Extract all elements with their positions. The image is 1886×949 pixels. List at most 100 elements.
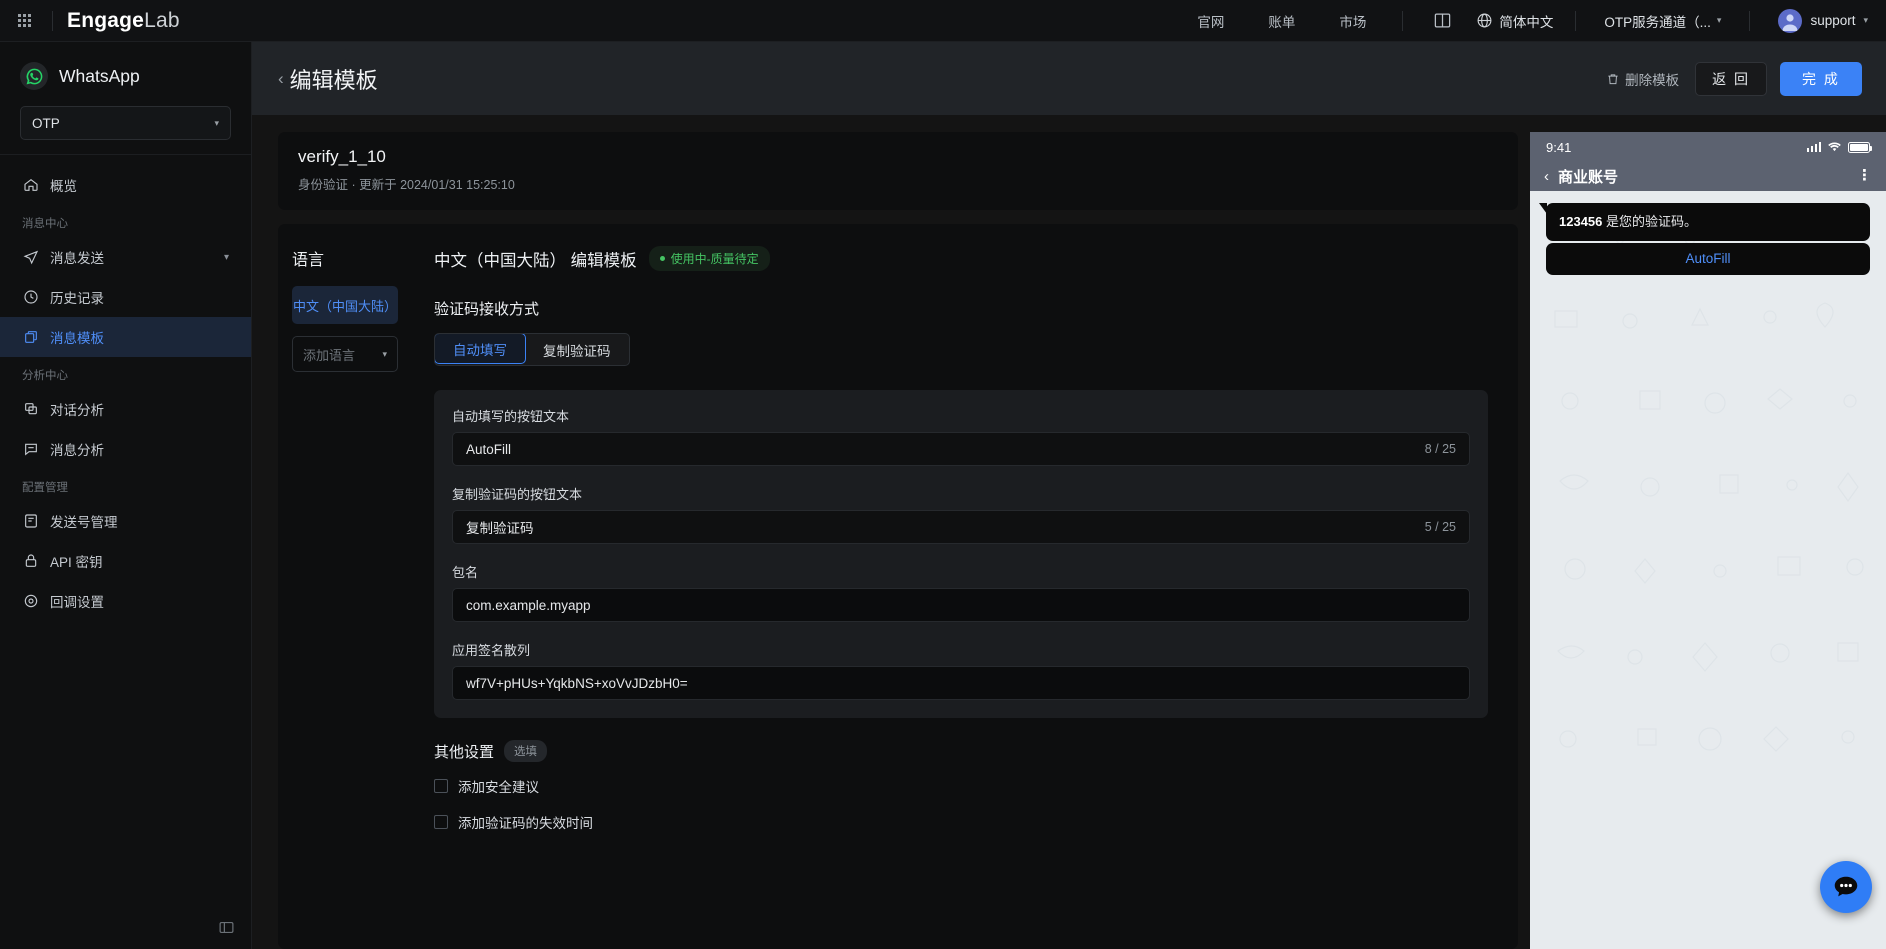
copy-code-button-text-counter: 5 / 25 bbox=[1424, 520, 1456, 534]
language-switcher[interactable]: 简体中文 bbox=[1476, 11, 1553, 31]
sidebar-item-label: API 密钥 bbox=[50, 555, 103, 570]
sidebar-item-label: 消息发送 bbox=[50, 251, 104, 266]
sidebar-collapse-icon[interactable] bbox=[218, 919, 235, 941]
nav-market[interactable]: 市场 bbox=[1339, 11, 1366, 31]
sidebar-item-send[interactable]: 消息发送 ▾ bbox=[0, 237, 251, 277]
sidebar-group-config: 配置管理 bbox=[22, 482, 68, 494]
autofill-button-text-input[interactable]: AutoFill 8 / 25 bbox=[452, 432, 1470, 466]
status-badge: 使用中-质量待定 bbox=[648, 246, 770, 271]
user-name: support bbox=[1810, 13, 1856, 28]
sidebar-app: WhatsApp bbox=[20, 62, 231, 90]
page-header: ‹ 编辑模板 删除模板 返 回 完 成 bbox=[252, 42, 1886, 115]
sidebar-item-history[interactable]: 历史记录 bbox=[0, 277, 251, 317]
language-item-zh-cn[interactable]: 中文（中国大陆） bbox=[292, 286, 398, 324]
message-text: 是您的验证码。 bbox=[1602, 214, 1698, 229]
app-signature-hash-value: wf7V+pHUs+YqkbNS+xoVvJDzbH0= bbox=[466, 675, 688, 691]
checkbox-icon[interactable] bbox=[434, 815, 448, 829]
checkbox-security-advice-label: 添加安全建议 bbox=[458, 780, 539, 795]
divider bbox=[1749, 10, 1751, 31]
back-chevron-icon[interactable]: ‹ bbox=[1544, 168, 1549, 185]
chevron-down-icon: ▾ bbox=[223, 251, 229, 263]
chat-wallpaper-pattern bbox=[1550, 213, 1864, 752]
delete-template-label: 删除模板 bbox=[1625, 72, 1680, 88]
message-action-button[interactable]: AutoFill bbox=[1546, 242, 1870, 275]
copy-code-button-text-input[interactable]: 复制验证码 5 / 25 bbox=[452, 510, 1470, 544]
add-language-placeholder: 添加语言 bbox=[303, 347, 356, 363]
sidebar-item-callback[interactable]: 回调设置 bbox=[0, 581, 251, 621]
package-name-label: 包名 bbox=[452, 565, 479, 580]
sidebar-item-conversation-analytics[interactable]: 对话分析 bbox=[0, 389, 251, 429]
nav-official-site[interactable]: 官网 bbox=[1197, 11, 1224, 31]
chevron-down-icon: ▾ bbox=[1716, 15, 1722, 25]
sidebar-item-label: 概览 bbox=[50, 179, 77, 194]
page-title: 编辑模板 bbox=[289, 67, 378, 93]
channel-label: OTP服务通道（... bbox=[1604, 14, 1711, 30]
form-heading-row: 中文（中国大陆） 编辑模板 使用中-质量待定 bbox=[434, 246, 1488, 271]
optional-badge: 选填 bbox=[504, 740, 548, 762]
other-settings-header: 其他设置 选填 bbox=[434, 740, 1488, 762]
sidebar-item-message-analytics[interactable]: 消息分析 bbox=[0, 429, 251, 469]
sidebar-item-label: 对话分析 bbox=[50, 403, 104, 418]
phone-chat-header: ‹ 商业账号 ⋮ bbox=[1530, 162, 1886, 191]
tab-copy-code[interactable]: 复制验证码 bbox=[525, 334, 629, 365]
app-signature-hash-input[interactable]: wf7V+pHUs+YqkbNS+xoVvJDzbH0= bbox=[452, 666, 1470, 700]
battery-icon bbox=[1848, 141, 1872, 153]
template-icon bbox=[22, 329, 39, 345]
more-options-icon[interactable]: ⋮ bbox=[1857, 169, 1872, 183]
divider bbox=[1575, 10, 1577, 31]
send-icon bbox=[22, 249, 39, 265]
channel-selector[interactable]: OTP服务通道（... ▾ bbox=[1604, 11, 1721, 31]
form-column: 中文（中国大陆） 编辑模板 使用中-质量待定 验证码接收方式 自动填写 复制验证… bbox=[408, 224, 1518, 949]
app-grid-icon[interactable] bbox=[10, 7, 38, 35]
sidebar-item-overview[interactable]: 概览 bbox=[0, 165, 251, 205]
delivery-method-tabs: 自动填写 复制验证码 bbox=[434, 333, 630, 366]
message-bubble: 123456 是您的验证码。 bbox=[1539, 203, 1870, 241]
back-chevron-icon[interactable]: ‹ bbox=[278, 69, 284, 89]
lock-icon bbox=[22, 553, 39, 569]
message-analytics-icon bbox=[22, 441, 39, 457]
engagelab-logo[interactable]: EngageLab bbox=[67, 9, 180, 33]
sidebar-item-api-key[interactable]: API 密钥 bbox=[0, 541, 251, 581]
form-heading: 中文（中国大陆） 编辑模板 bbox=[434, 251, 637, 270]
nav-billing[interactable]: 账单 bbox=[1268, 11, 1295, 31]
sidebar-app-name: WhatsApp bbox=[59, 65, 140, 86]
phone-status-bar: 9:41 bbox=[1530, 132, 1886, 162]
sidebar-nav: 概览 消息中心 消息发送 ▾ 历史记录 消息模板 分析中心 对话分析 消息分析 … bbox=[0, 155, 251, 949]
app-signature-hash-label: 应用签名散列 bbox=[452, 643, 531, 658]
add-language-select[interactable]: 添加语言 ▾ bbox=[292, 336, 398, 372]
template-summary-card: verify_1_10 身份验证 · 更新于 2024/01/31 15:25:… bbox=[278, 132, 1518, 210]
project-select[interactable]: OTP ▾ bbox=[20, 106, 231, 140]
app-root: EngageLab 官网 账单 市场 简体中文 OTP服务通道（... ▾ su… bbox=[0, 0, 1886, 949]
trash-icon bbox=[1608, 73, 1618, 84]
back-button[interactable]: 返 回 bbox=[1695, 61, 1767, 96]
phone-preview: 9:41 ‹ 商业账号 ⋮ 123456 是您的验证码。 AutoFill bbox=[1530, 115, 1886, 949]
checkbox-code-expiration-label: 添加验证码的失效时间 bbox=[458, 816, 593, 831]
checkbox-security-advice[interactable]: 添加安全建议 bbox=[434, 776, 1488, 796]
sidebar-group-messaging: 消息中心 bbox=[22, 218, 68, 230]
avatar bbox=[1778, 8, 1803, 33]
other-settings-title: 其他设置 bbox=[434, 743, 495, 761]
message-code: 123456 bbox=[1559, 214, 1603, 229]
user-menu[interactable]: support ▾ bbox=[1778, 8, 1868, 33]
autofill-button-text-counter: 8 / 25 bbox=[1424, 442, 1456, 456]
tab-autofill[interactable]: 自动填写 bbox=[434, 334, 526, 364]
checkbox-icon[interactable] bbox=[434, 779, 448, 793]
divider bbox=[52, 10, 53, 31]
book-icon[interactable] bbox=[1433, 11, 1452, 30]
package-name-input[interactable]: com.example.myapp bbox=[452, 588, 1470, 622]
sidebar-item-templates[interactable]: 消息模板 bbox=[0, 317, 251, 357]
chat-bubble-icon[interactable] bbox=[1820, 861, 1872, 913]
checkbox-code-expiration[interactable]: 添加验证码的失效时间 bbox=[434, 812, 1488, 832]
phone-chat-body: 123456 是您的验证码。 AutoFill bbox=[1530, 191, 1886, 949]
delete-template-button[interactable]: 删除模板 bbox=[1606, 69, 1679, 89]
sidebar-item-label: 消息模板 bbox=[50, 331, 104, 346]
chat-title: 商业账号 bbox=[1558, 169, 1619, 186]
template-meta: 身份验证 · 更新于 2024/01/31 15:25:10 bbox=[298, 178, 515, 192]
sidebar-item-sender-numbers[interactable]: 发送号管理 bbox=[0, 501, 251, 541]
status-dot-icon bbox=[659, 256, 665, 261]
package-name-value: com.example.myapp bbox=[466, 597, 591, 613]
chevron-down-icon: ▾ bbox=[382, 348, 387, 359]
fields-container: 自动填写的按钮文本 AutoFill 8 / 25 复制验证码的按钮文本 复制验… bbox=[434, 390, 1488, 718]
template-name: verify_1_10 bbox=[298, 147, 386, 166]
done-button[interactable]: 完 成 bbox=[1780, 61, 1862, 96]
